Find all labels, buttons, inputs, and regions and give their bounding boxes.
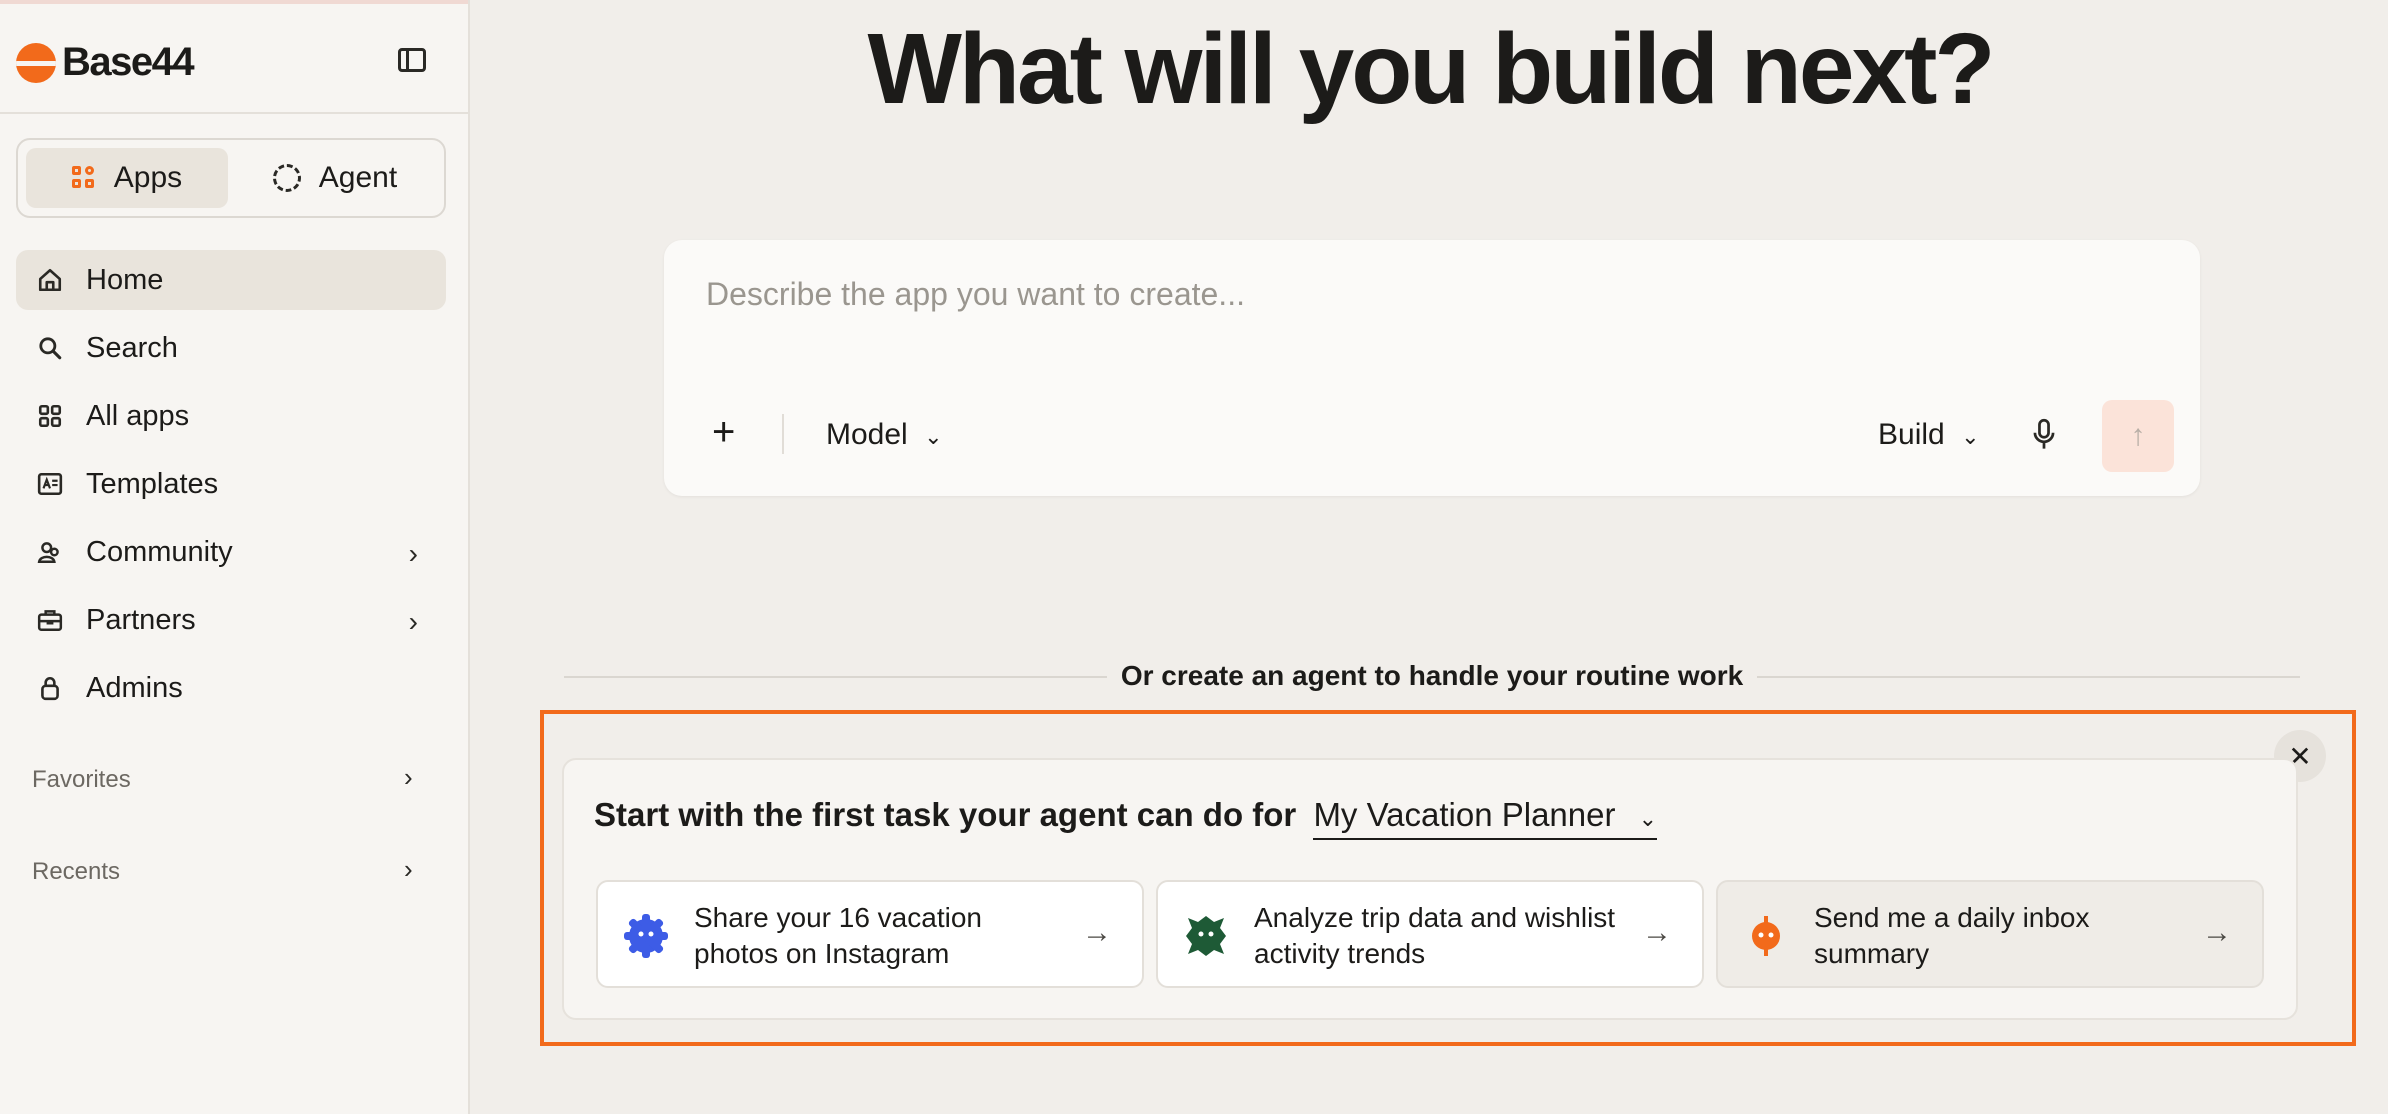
model-label: Model — [826, 418, 908, 451]
microphone-icon[interactable] — [2030, 418, 2060, 454]
arrow-right-icon: → — [1642, 916, 1672, 949]
sidebar-header: Base44 — [0, 0, 468, 114]
mode-switcher: Apps Agent — [16, 138, 446, 218]
sidebar-item-partners[interactable]: Partners › — [16, 590, 446, 650]
tab-agent[interactable]: Agent — [234, 148, 436, 208]
page-title: What will you build next? — [867, 13, 1996, 125]
agent-task-title: Start with the first task your agent can… — [594, 796, 1658, 840]
agent-divider-text: Or create an agent to handle your routin… — [1106, 660, 1758, 691]
logo-text: Base44 — [62, 40, 195, 84]
sidebar-toggle-icon[interactable] — [398, 48, 426, 72]
chevron-down-icon: ⌄ — [1638, 806, 1658, 831]
home-icon — [36, 266, 64, 294]
community-icon — [36, 538, 64, 566]
sidebar: Base44 Apps Agent Home Search All apps T… — [0, 0, 470, 1114]
agent-icon — [272, 164, 301, 192]
agent-divider-text-wrap: Or create an agent to handle your routin… — [564, 660, 2300, 692]
blue-gear-icon — [620, 910, 672, 962]
model-dropdown[interactable]: Model ⌄ — [826, 418, 943, 452]
task-suggestion[interactable]: Analyze trip data and wishlist activity … — [1156, 880, 1704, 988]
tab-apps[interactable]: Apps — [26, 148, 228, 208]
arrow-right-icon: → — [2202, 916, 2232, 949]
chevron-right-icon[interactable]: › — [404, 854, 413, 885]
favorites-section-header[interactable]: Favorites — [32, 766, 131, 794]
agent-divider: Or create an agent to handle your routin… — [564, 656, 2300, 696]
prompt-box: + Model ⌄ Build ⌄ ↑ — [664, 240, 2200, 496]
divider — [782, 414, 784, 454]
search-icon — [36, 334, 64, 362]
logo-mark-icon — [16, 42, 56, 83]
apps-icon — [71, 166, 96, 190]
tab-agent-label: Agent — [318, 161, 398, 194]
task-text: Analyze trip data and wishlist activity … — [1254, 902, 1616, 969]
chevron-right-icon: › — [408, 538, 418, 569]
agent-task-card: Start with the first task your agent can… — [562, 758, 2298, 1020]
sidebar-item-label: Templates — [86, 467, 219, 500]
arrow-right-icon: → — [1082, 916, 1112, 949]
app-selector-dropdown[interactable]: My Vacation Planner ⌄ — [1313, 796, 1658, 840]
agent-task-title-text: Start with the first task your agent can… — [594, 796, 1297, 833]
recents-section-header[interactable]: Recents — [32, 858, 120, 886]
sidebar-nav: Home Search All apps Templates Community — [16, 250, 446, 726]
orange-bot-icon — [1740, 910, 1792, 962]
sidebar-item-templates[interactable]: Templates — [16, 454, 446, 514]
sidebar-item-all-apps[interactable]: All apps — [16, 386, 446, 446]
sidebar-item-search[interactable]: Search — [16, 318, 446, 378]
sidebar-item-label: Search — [86, 331, 178, 364]
sidebar-item-label: Admins — [86, 671, 183, 704]
task-suggestion[interactable]: Share your 16 vacation photos on Instagr… — [596, 880, 1144, 988]
app-selector-label: My Vacation Planner — [1313, 796, 1616, 833]
main-content: What will you build next? + Model ⌄ Buil… — [472, 0, 2388, 1114]
sidebar-item-label: Community — [86, 535, 233, 568]
sidebar-item-admins[interactable]: Admins — [16, 658, 446, 718]
sidebar-item-community[interactable]: Community › — [16, 522, 446, 582]
chevron-right-icon: › — [408, 606, 418, 637]
task-suggestion[interactable]: Send me a daily inbox summary → — [1716, 880, 2264, 988]
grid-icon — [36, 402, 64, 430]
sidebar-item-label: All apps — [86, 399, 190, 432]
lock-icon — [36, 674, 64, 702]
briefcase-icon — [36, 606, 64, 634]
chevron-right-icon[interactable]: › — [404, 762, 413, 793]
tab-apps-label: Apps — [113, 161, 183, 194]
build-dropdown[interactable]: Build ⌄ — [1878, 418, 1980, 452]
sidebar-item-home[interactable]: Home — [16, 250, 446, 310]
templates-icon — [36, 470, 64, 498]
arrow-up-icon: ↑ — [2130, 419, 2146, 452]
sidebar-item-label: Home — [86, 263, 164, 296]
chevron-down-icon: ⌄ — [924, 424, 943, 449]
task-text: Share your 16 vacation photos on Instagr… — [694, 902, 982, 969]
sidebar-item-label: Partners — [86, 603, 196, 636]
logo[interactable]: Base44 — [16, 40, 195, 85]
add-attachment-button[interactable]: + — [712, 410, 735, 455]
task-text: Send me a daily inbox summary — [1814, 902, 2090, 969]
send-button[interactable]: ↑ — [2102, 400, 2174, 472]
prompt-input[interactable] — [706, 276, 2156, 313]
green-badge-icon — [1180, 910, 1232, 962]
chevron-down-icon: ⌄ — [1961, 424, 1980, 449]
build-label: Build — [1878, 418, 1945, 451]
